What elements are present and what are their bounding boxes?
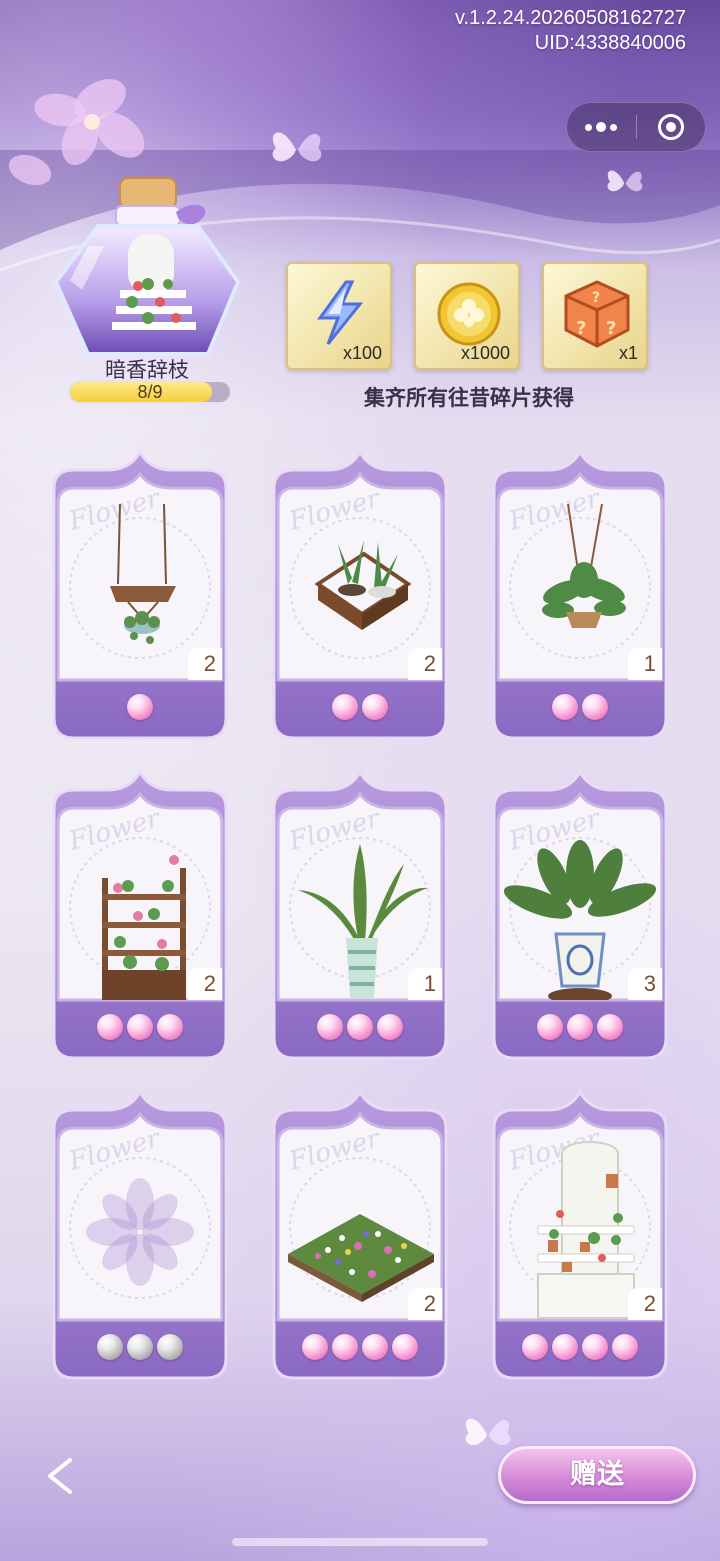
glass-bottle-icon: [53, 177, 241, 356]
fragment-count: 2: [408, 1288, 442, 1320]
reward-caption: 集齐所有往昔碎片获得: [364, 385, 574, 410]
lightning-icon: [317, 280, 364, 345]
fragment-count: 2: [408, 648, 442, 680]
more-button[interactable]: [567, 103, 636, 151]
fragment-card[interactable]: Flower 2: [484, 1088, 676, 1386]
pearl-icon: [522, 1334, 548, 1360]
star-pearls: [264, 1014, 456, 1040]
pearl-icon: [332, 1334, 358, 1360]
uid-text: UID:4338840006: [534, 32, 686, 54]
star-pearls: [484, 694, 676, 720]
pearl-icon: [302, 1334, 328, 1360]
fragment-card[interactable]: Flower 1: [264, 768, 456, 1066]
back-arrow-icon: [48, 1458, 72, 1494]
gold-coin-icon: [437, 282, 501, 346]
reward-qty: x1000: [460, 343, 510, 363]
star-pearls: [484, 1014, 676, 1040]
pearl-icon: [97, 1014, 123, 1040]
pearl-icon: [332, 694, 358, 720]
pearl-icon: [552, 694, 578, 720]
pearl-icon: [582, 1334, 608, 1360]
pearl-icon: [552, 1334, 578, 1360]
reward-energy[interactable]: x100: [286, 262, 392, 370]
pearl-icon: [377, 1014, 403, 1040]
reward-qty: x1: [618, 343, 638, 363]
star-pearls: [44, 694, 236, 720]
fragment-card[interactable]: Flower 2: [264, 448, 456, 746]
svg-text:?: ?: [576, 318, 586, 339]
fragment-card[interactable]: Flower: [44, 1088, 236, 1386]
target-circle-icon: [657, 114, 684, 140]
svg-text:?: ?: [592, 290, 600, 306]
pearl-icon: [317, 1014, 343, 1040]
fragment-card[interactable]: Flower 3: [484, 768, 676, 1066]
pearl-icon: [347, 1014, 373, 1040]
close-miniprogram-button[interactable]: [637, 103, 706, 151]
pearl-icon: [612, 1334, 638, 1360]
home-indicator: [232, 1538, 488, 1546]
reward-qty: x100: [342, 343, 382, 363]
progress-text: 8/9: [137, 382, 163, 402]
pearl-icon: [392, 1334, 418, 1360]
pearl-icon: [157, 1334, 183, 1360]
mystery-box-icon: ? ? ?: [564, 280, 630, 348]
pearl-icon: [567, 1014, 593, 1040]
star-pearls: [44, 1334, 236, 1360]
fragment-count: 2: [628, 1288, 662, 1320]
pearl-icon: [157, 1014, 183, 1040]
version-info: v.1.2.24.20260508162727 UID:4338840006: [455, 6, 686, 56]
pearl-icon: [97, 1334, 123, 1360]
fragment-count: 1: [408, 968, 442, 1000]
fragment-card[interactable]: Flower 2: [44, 768, 236, 1066]
reward-list: x100 x1000 ? ? ? x1: [286, 262, 652, 372]
pearl-icon: [127, 1334, 153, 1360]
fragment-card[interactable]: Flower 2: [264, 1088, 456, 1386]
star-pearls: [44, 1014, 236, 1040]
butterfly-icon: [607, 170, 643, 192]
collection-progress-bar: 8/9: [68, 380, 232, 404]
fragment-count: 2: [188, 648, 222, 680]
pearl-icon: [362, 1334, 388, 1360]
star-pearls: [264, 1334, 456, 1360]
reward-coins[interactable]: x1000: [414, 262, 520, 370]
gift-button[interactable]: 赠送: [498, 1446, 696, 1504]
pearl-icon: [597, 1014, 623, 1040]
reward-mystery-box[interactable]: ? ? ? x1: [542, 262, 648, 370]
collection-bottle[interactable]: 暗香辞枝 8/9: [48, 172, 246, 408]
miniprogram-capsule: [566, 102, 706, 152]
butterfly-icon: [272, 132, 322, 162]
more-dots-icon: [585, 122, 618, 132]
pearl-icon: [127, 694, 153, 720]
pearl-icon: [127, 1014, 153, 1040]
fragment-count: 2: [188, 968, 222, 1000]
back-button[interactable]: [30, 1446, 90, 1506]
svg-text:?: ?: [606, 318, 616, 339]
pearl-icon: [362, 694, 388, 720]
version-text: v.1.2.24.20260508162727: [455, 7, 686, 29]
star-pearls: [484, 1334, 676, 1360]
fragment-card[interactable]: Flower 2: [44, 448, 236, 746]
fragment-count: 3: [628, 968, 662, 1000]
fragment-count: 1: [628, 648, 662, 680]
locked-empty-image: [86, 1178, 194, 1286]
pearl-icon: [582, 694, 608, 720]
pearl-icon: [537, 1014, 563, 1040]
fragment-card[interactable]: Flower 1: [484, 448, 676, 746]
star-pearls: [264, 694, 456, 720]
